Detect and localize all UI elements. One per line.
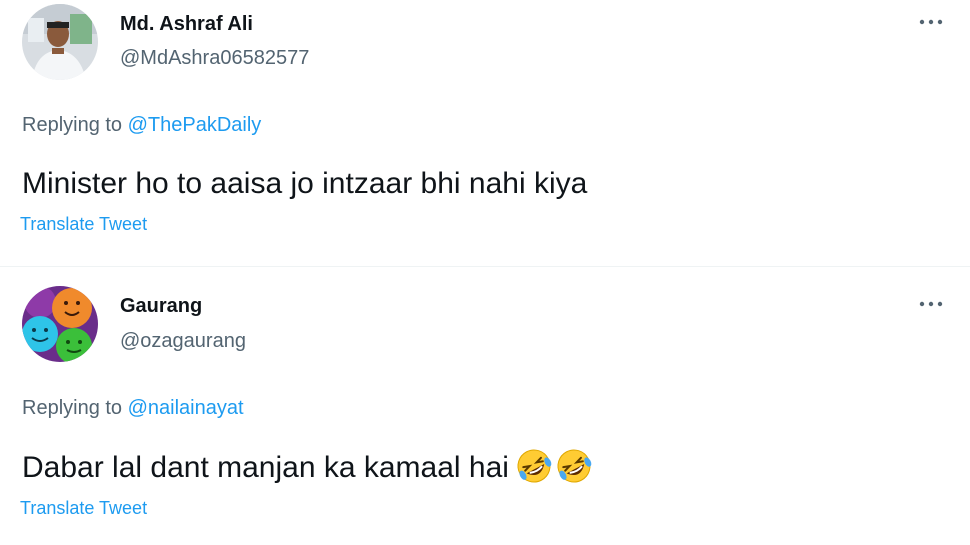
replying-to: Replying to @ThePakDaily	[22, 114, 261, 137]
translate-tweet-link[interactable]: Translate Tweet	[20, 498, 147, 519]
replying-to-mention[interactable]: @ThePakDaily	[128, 114, 262, 136]
replying-prefix: Replying to	[22, 114, 123, 136]
rolling-on-floor-laughing-icon	[555, 447, 593, 493]
tweet-text: Minister ho to aaisa jo intzaar bhi nahi…	[22, 167, 588, 200]
replying-to-mention[interactable]: @nailainayat	[128, 397, 244, 419]
tweet-reply-1[interactable]: Md. Ashraf Ali @MdAshra06582577 Replying…	[0, 0, 970, 266]
replying-to: Replying to @nailainayat	[22, 397, 244, 420]
more-horizontal-icon[interactable]	[914, 294, 948, 314]
avatar[interactable]	[22, 4, 98, 80]
rolling-on-floor-laughing-icon	[515, 447, 553, 493]
translate-tweet-link[interactable]: Translate Tweet	[20, 214, 147, 235]
user-handle[interactable]: @ozagaurang	[120, 330, 246, 353]
display-name[interactable]: Md. Ashraf Ali	[120, 13, 253, 36]
avatar[interactable]	[22, 286, 98, 362]
replying-prefix: Replying to	[22, 397, 123, 419]
divider	[0, 266, 970, 267]
tweet-text-content: Dabar lal dant manjan ka kamaal hai	[22, 451, 509, 484]
user-handle[interactable]: @MdAshra06582577	[120, 47, 309, 70]
display-name[interactable]: Gaurang	[120, 295, 202, 318]
tweet-reply-2[interactable]: Gaurang @ozagaurang Replying to @nailain…	[0, 278, 970, 545]
more-horizontal-icon[interactable]	[914, 12, 948, 32]
tweet-text: Dabar lal dant manjan ka kamaal hai	[22, 447, 593, 493]
